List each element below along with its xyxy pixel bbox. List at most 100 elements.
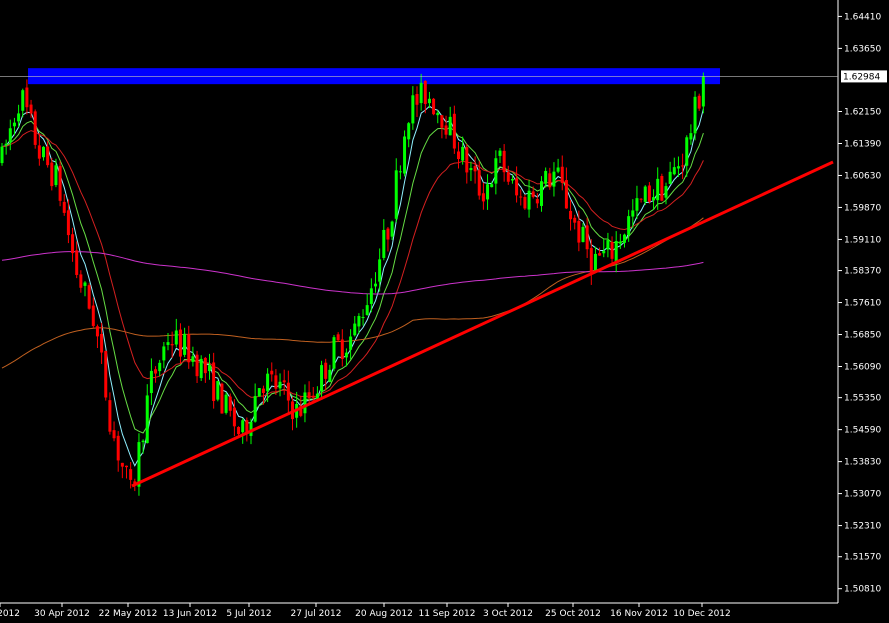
candle-bull-body <box>593 253 597 271</box>
candle-bear-body <box>282 380 286 383</box>
candle-bear-body <box>519 196 523 198</box>
candle-bear-body <box>120 462 124 467</box>
candle-bear-body <box>481 193 485 202</box>
y-tick-label: 1.50810 <box>844 585 881 595</box>
candle-bull-body <box>668 171 672 184</box>
y-tick-label: 1.51570 <box>844 553 881 563</box>
candle-bull-body <box>54 165 58 186</box>
y-tick-label: 1.53830 <box>844 458 881 468</box>
candle-bull-body <box>158 362 162 372</box>
candle-bull-body <box>257 388 261 397</box>
candle-bull-body <box>394 170 398 219</box>
candle-bear-body <box>37 145 41 159</box>
candle-bull-body <box>664 186 668 198</box>
x-tick-label: 30 Apr 2012 <box>34 609 90 619</box>
candle-bull-body <box>278 381 282 389</box>
candle-bear-body <box>104 350 108 398</box>
candle-bear-body <box>523 197 527 209</box>
x-tick-label: 5 Jul 2012 <box>226 609 271 619</box>
candle-bear-body <box>452 113 456 149</box>
candle-bear-body <box>340 339 344 360</box>
candle-bull-body <box>486 184 490 200</box>
candle-bull-body <box>12 122 16 127</box>
candle-bull-body <box>141 440 145 443</box>
candle-bear-body <box>473 166 477 172</box>
candle-bull-body <box>701 76 705 107</box>
candle-bear-body <box>444 125 448 135</box>
candle-bear-body <box>681 165 685 167</box>
candle-bull-body <box>436 112 440 116</box>
candle-bear-body <box>548 173 552 188</box>
candle-bear-body <box>274 375 278 389</box>
candle-bear-body <box>432 98 436 115</box>
x-tick-label: 2012 <box>0 609 20 619</box>
candle-bear-body <box>66 210 70 236</box>
candle-bull-body <box>17 113 21 122</box>
candle-bear-body <box>100 333 104 353</box>
candle-bear-body <box>116 435 120 461</box>
candle-bear-body <box>577 220 581 243</box>
candle-bear-body <box>79 274 83 288</box>
candle-bear-body <box>212 362 216 402</box>
candle-bull-body <box>349 336 353 350</box>
y-tick-label: 1.57610 <box>844 299 881 309</box>
candle-bull-body <box>390 221 394 237</box>
candle-bull-body <box>689 133 693 140</box>
candle-bear-body <box>261 388 265 394</box>
candle-bull-body <box>448 116 452 136</box>
candle-bull-body <box>498 150 502 156</box>
candle-bear-body <box>50 162 54 187</box>
candle-bear-body <box>29 104 33 114</box>
candle-bear-body <box>220 383 224 414</box>
candle-bear-body <box>440 115 444 128</box>
y-tick-label: 1.52310 <box>844 522 881 532</box>
candle-bear-body <box>228 396 232 411</box>
current-price-label: 1.62984 <box>843 72 880 82</box>
x-tick-label: 27 Jul 2012 <box>291 609 342 619</box>
candle-bull-body <box>0 146 4 164</box>
candle-bear-body <box>62 201 66 213</box>
candle-bear-body <box>336 334 340 341</box>
candle-bear-body <box>33 111 37 145</box>
candle-bear-body <box>125 465 128 468</box>
x-tick-label: 11 Sep 2012 <box>418 609 475 619</box>
candle-bull-body <box>556 167 560 172</box>
candle-bear-body <box>46 146 50 166</box>
candle-bull-body <box>627 216 631 236</box>
candle-bull-body <box>320 365 324 392</box>
candle-bull-body <box>403 136 407 174</box>
candle-bull-body <box>4 143 8 146</box>
candle-bull-body <box>411 95 415 124</box>
candle-bull-body <box>357 316 361 327</box>
candle-bear-body <box>598 253 602 256</box>
candle-bear-body <box>639 198 643 200</box>
candle-bear-body <box>178 329 182 357</box>
candle-bull-body <box>166 342 170 345</box>
candle-bull-body <box>676 166 680 169</box>
y-tick-label: 1.64410 <box>844 12 881 22</box>
y-tick-label: 1.53070 <box>844 490 881 500</box>
candle-bull-body <box>527 190 531 210</box>
candle-bear-body <box>515 178 519 196</box>
candle-bear-body <box>386 228 390 240</box>
candle-bull-body <box>672 167 676 175</box>
candle-bear-body <box>203 357 207 374</box>
candle-bear-body <box>502 150 506 173</box>
x-tick-label: 25 Oct 2012 <box>545 609 601 619</box>
candle-bear-body <box>95 326 99 337</box>
candle-bear-body <box>112 430 116 439</box>
y-tick-label: 1.63650 <box>844 44 881 54</box>
candle-bear-body <box>286 382 290 401</box>
candle-bear-body <box>697 95 701 109</box>
candle-bear-body <box>307 392 311 399</box>
candle-bull-body <box>361 316 365 318</box>
candle-bull-body <box>490 184 494 188</box>
x-tick-label: 3 Oct 2012 <box>483 609 533 619</box>
candle-bull-body <box>494 158 498 184</box>
candle-bull-body <box>303 392 307 414</box>
candle-bull-body <box>693 96 697 134</box>
candle-bear-body <box>91 305 95 326</box>
y-tick-label: 1.61390 <box>844 139 881 149</box>
candle-bear-body <box>108 400 112 432</box>
candle-bull-body <box>137 442 141 487</box>
